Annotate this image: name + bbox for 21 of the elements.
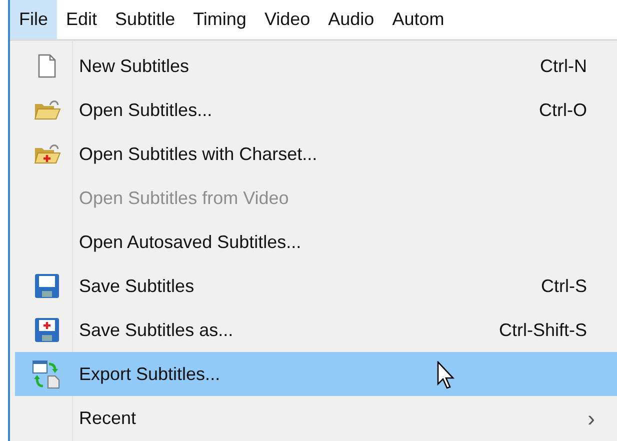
menu-item[interactable]: Export Subtitles... (15, 352, 617, 396)
folder-icon (33, 99, 61, 121)
menu-bar-item[interactable]: Video (255, 0, 320, 39)
menu-item[interactable]: Open Subtitles with Charset... (15, 132, 617, 176)
export-icon (32, 359, 62, 389)
menu-item[interactable]: Recent › (15, 396, 617, 440)
menu-item[interactable]: Save Subtitles as... Ctrl-Shift-S (15, 308, 617, 352)
menu-item[interactable]: Save Subtitles Ctrl-S (15, 264, 617, 308)
menu-item[interactable]: Open Autosaved Subtitles... (15, 220, 617, 264)
menu-bar-item[interactable]: File (10, 0, 58, 39)
menu-bar-item[interactable]: Timing (184, 0, 256, 39)
menu-bar-item[interactable]: Edit (57, 0, 106, 39)
folder-plus-icon (33, 143, 61, 165)
blank-page-icon (38, 54, 56, 78)
menu-item[interactable]: New Subtitles Ctrl-N (15, 44, 617, 88)
menu-bar-item[interactable]: Audio (319, 0, 384, 39)
menu-bar-item[interactable]: Autom (383, 0, 454, 39)
menu-bar-item[interactable]: Subtitle (106, 0, 184, 39)
mouse-cursor-icon (437, 361, 455, 389)
menu-item[interactable]: Open Subtitles... Ctrl-O (15, 88, 617, 132)
floppy-plus-icon (34, 317, 60, 343)
